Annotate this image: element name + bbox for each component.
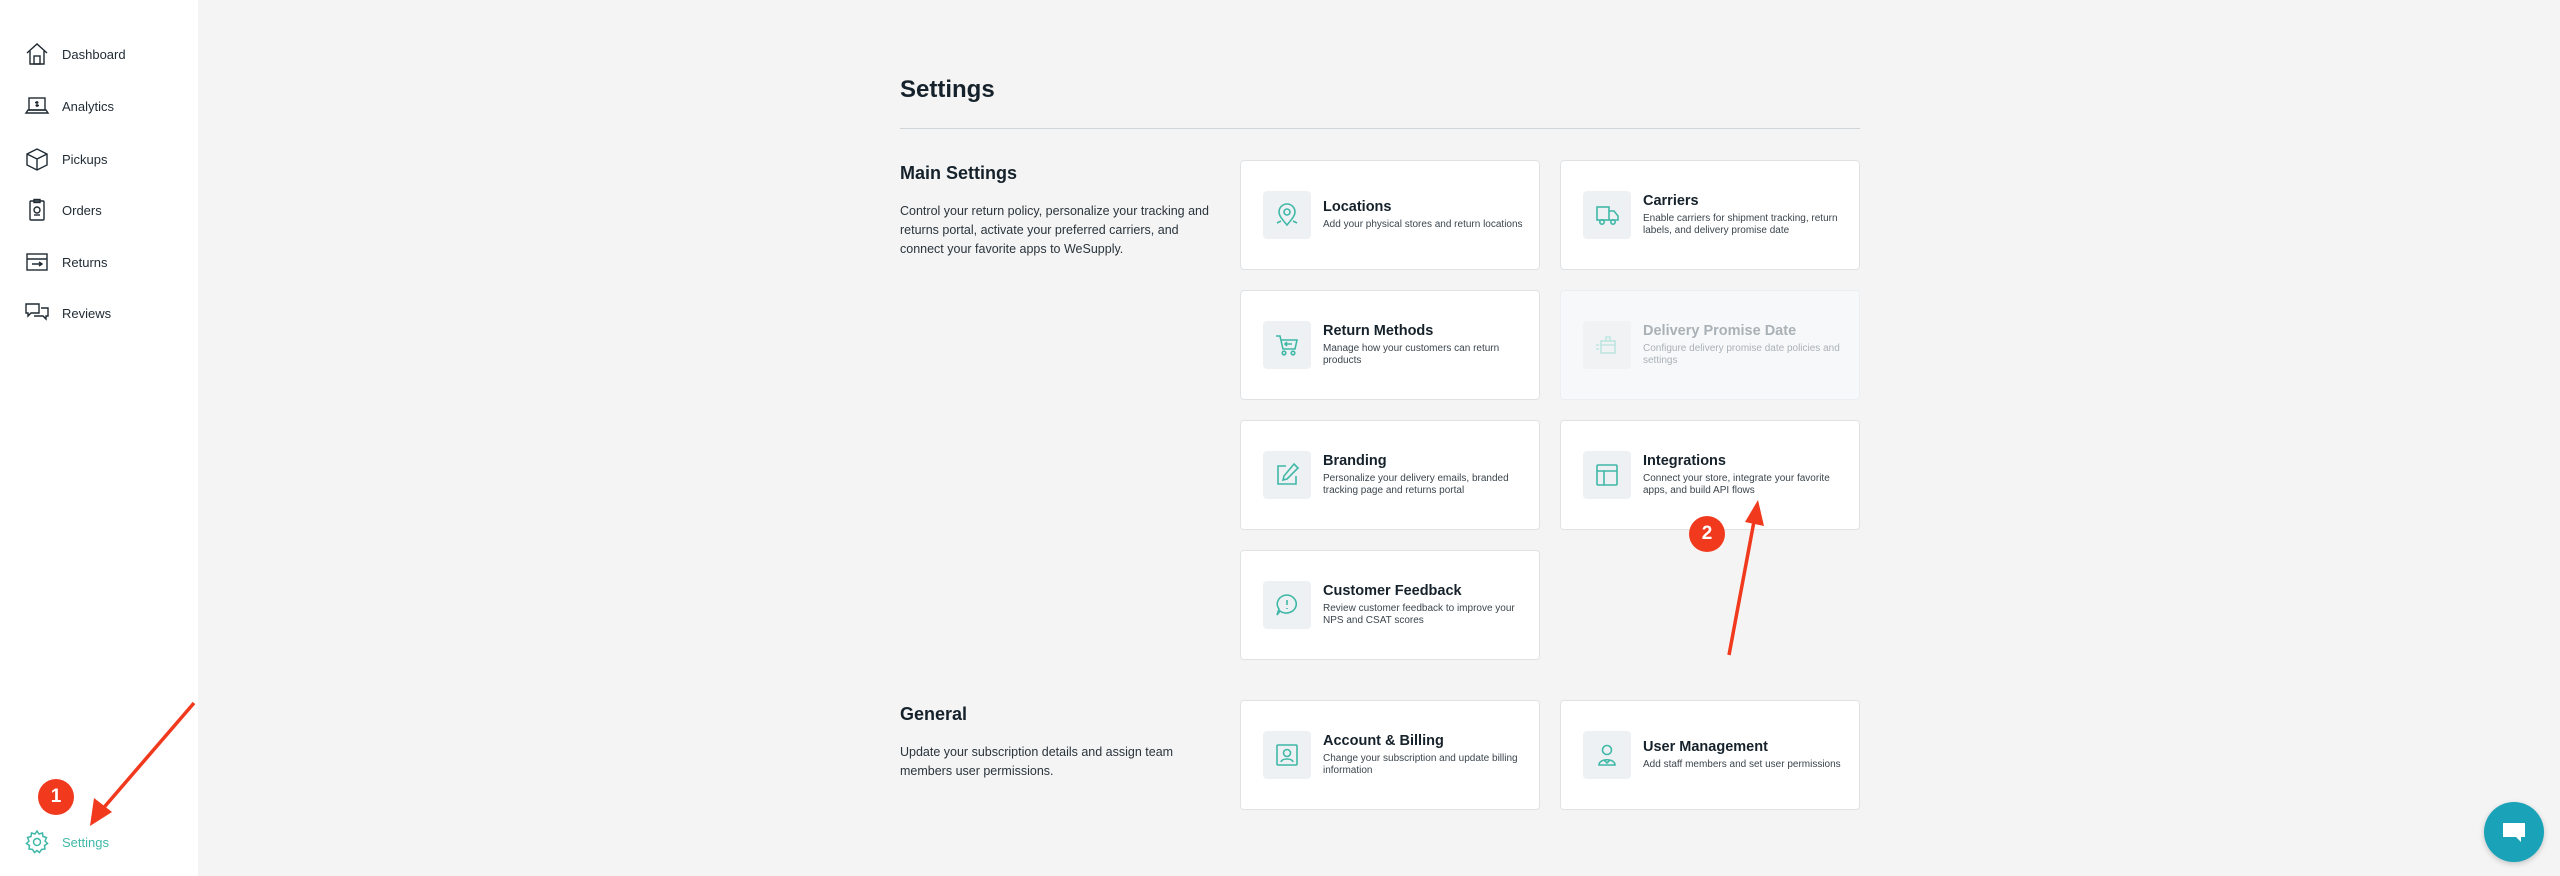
section-title-main-settings: Main Settings (900, 163, 1018, 183)
map-pin-icon (1276, 203, 1298, 227)
card-description: Review customer feedback to improve your… (1323, 603, 1515, 626)
section-desc-main-settings: Control your return policy, personalize … (900, 204, 1209, 256)
sidebar-item-label: Analytics (62, 98, 115, 114)
icon-box (1583, 191, 1631, 239)
house-icon (26, 43, 48, 65)
card-account-billing[interactable]: Account & Billing Change your subscripti… (1240, 700, 1540, 810)
card-description: Connect your store, integrate your favor… (1643, 473, 1830, 496)
sidebar-item-label: Orders (62, 202, 102, 218)
chat-bubbles-icon (25, 303, 49, 321)
sidebar-item-orders[interactable]: Orders (24, 195, 102, 225)
feedback-icon (1276, 594, 1298, 616)
card-description: Personalize your delivery emails, brande… (1323, 473, 1509, 496)
section-title-general: General (900, 704, 968, 724)
card-title: User Management (1643, 739, 1768, 755)
returns-icon (26, 253, 48, 271)
card-branding[interactable]: Branding Personalize your delivery email… (1240, 420, 1540, 530)
sidebar-item-returns[interactable]: Returns (24, 247, 108, 277)
icon-box (1583, 321, 1631, 369)
icon-box (1263, 731, 1311, 779)
sidebar-item-dashboard[interactable]: Dashboard (24, 39, 126, 69)
section-desc-general: Update your subscription details and ass… (900, 745, 1174, 778)
cart-return-icon (1276, 335, 1298, 356)
box-icon (26, 148, 48, 171)
card-title: Locations (1323, 199, 1392, 215)
card-description: Configure delivery promise date policies… (1643, 343, 1840, 366)
card-title: Branding (1323, 453, 1387, 469)
card-description: Add your physical stores and return loca… (1323, 219, 1523, 230)
card-carriers[interactable]: Carriers Enable carriers for shipment tr… (1560, 160, 1860, 270)
card-title: Return Methods (1323, 323, 1434, 339)
card-title: Account & Billing (1323, 733, 1444, 749)
icon-box (1583, 731, 1631, 779)
layout-icon (1596, 464, 1618, 486)
sidebar-item-label: Settings (62, 834, 109, 850)
user-icon (1598, 744, 1616, 766)
card-title: Customer Feedback (1323, 583, 1462, 599)
card-description: Manage how your customers can return pro… (1323, 343, 1500, 366)
chat-icon (2503, 823, 2525, 842)
sidebar-item-label: Pickups (62, 151, 108, 167)
icon-box (1263, 451, 1311, 499)
annotation-badge-2: 2 (1689, 516, 1725, 552)
gear-icon (25, 829, 49, 854)
sidebar: Dashboard Analytics Pickups Orders Retur… (0, 0, 198, 876)
account-icon (1276, 744, 1298, 766)
chat-widget-button[interactable] (2484, 802, 2544, 862)
icon-box (1263, 191, 1311, 239)
sidebar-item-label: Returns (62, 254, 108, 270)
sidebar-item-label: Reviews (62, 305, 112, 321)
card-description: Enable carriers for shipment tracking, r… (1643, 213, 1838, 236)
card-customer-feedback[interactable]: Customer Feedback Review customer feedba… (1240, 550, 1540, 660)
sidebar-item-reviews[interactable]: Reviews (24, 298, 111, 328)
card-description: Add staff members and set user permissio… (1643, 759, 1841, 770)
sidebar-item-settings[interactable]: Settings (24, 827, 109, 857)
card-description: Change your subscription and update bill… (1323, 753, 1518, 776)
card-user-management[interactable]: User Management Add staff members and se… (1560, 700, 1860, 810)
sidebar-item-pickups[interactable]: Pickups (24, 144, 108, 174)
card-integrations[interactable]: Integrations Connect your store, integra… (1560, 420, 1860, 530)
clipboard-icon (29, 198, 45, 221)
card-locations[interactable]: Locations Add your physical stores and r… (1240, 160, 1540, 270)
page-title: Settings (900, 76, 995, 103)
sidebar-item-label: Dashboard (62, 46, 126, 62)
annotation-badge-1: 1 (38, 779, 74, 815)
card-title: Integrations (1643, 453, 1726, 469)
edit-icon (1277, 462, 1300, 485)
card-return-methods[interactable]: Return Methods Manage how your customers… (1240, 290, 1540, 400)
truck-icon (1596, 206, 1619, 225)
title-divider (900, 128, 1860, 129)
laptop-dollar-icon (24, 97, 50, 114)
icon-box (1583, 451, 1631, 499)
card-title: Carriers (1643, 193, 1699, 209)
card-delivery-promise-date: Delivery Promise Date Configure delivery… (1560, 290, 1860, 400)
card-title: Delivery Promise Date (1643, 323, 1797, 339)
delivery-box-icon (1596, 336, 1616, 354)
icon-box (1263, 321, 1311, 369)
icon-box (1263, 581, 1311, 629)
sidebar-item-analytics[interactable]: Analytics (24, 91, 114, 121)
